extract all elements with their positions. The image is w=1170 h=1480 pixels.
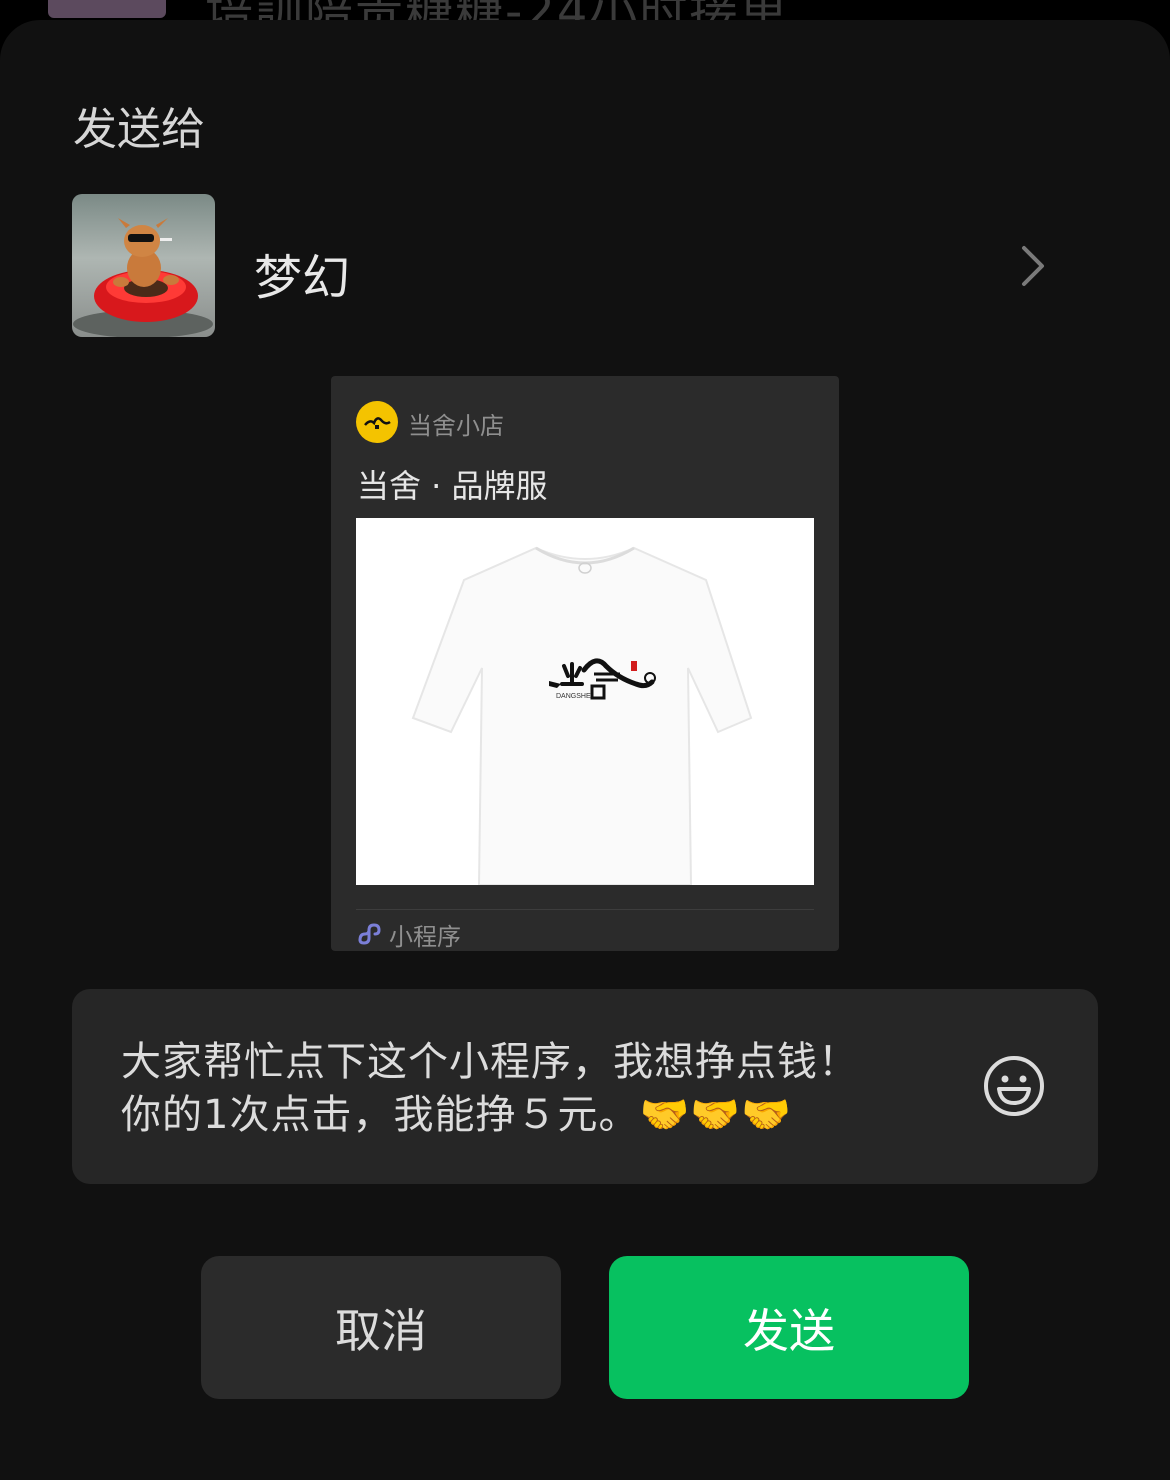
message-line-1: 大家帮忙点下这个小程序，我想挣点钱！	[121, 1039, 859, 1085]
tshirt-image: DANGSHE	[411, 546, 753, 886]
send-button[interactable]: 发送	[609, 1256, 969, 1399]
recipient-avatar	[72, 194, 215, 337]
message-input[interactable]: 大家帮忙点下这个小程序，我想挣点钱！ 你的1次点击，我能挣５元。🤝🤝🤝	[72, 989, 1098, 1184]
mini-program-card[interactable]: 当舍小店 当舍 · 品牌服 DANGSHE 小程序	[331, 376, 839, 951]
product-image: DANGSHE	[356, 518, 814, 886]
cancel-button[interactable]: 取消	[201, 1256, 561, 1399]
mini-program-label: 小程序	[389, 923, 461, 951]
chevron-right-icon	[1022, 246, 1044, 286]
card-title: 当舍 · 品牌服	[357, 467, 548, 505]
card-divider	[356, 909, 814, 910]
recipient-name: 梦幻	[254, 250, 351, 306]
sheet-heading: 发送给	[73, 104, 205, 155]
message-line-2: 你的1次点击，我能挣５元。🤝🤝🤝	[121, 1092, 792, 1138]
emoji-icon[interactable]	[983, 1055, 1045, 1117]
shop-name: 当舍小店	[408, 412, 504, 440]
product-logo-text: DANGSHE	[556, 693, 591, 700]
avatar-figure-icon	[73, 218, 213, 337]
shop-logo-icon	[356, 401, 398, 443]
recipient-row[interactable]: 梦幻	[72, 194, 1072, 338]
mini-program-icon	[358, 923, 381, 945]
background-thumbnail	[48, 0, 166, 18]
